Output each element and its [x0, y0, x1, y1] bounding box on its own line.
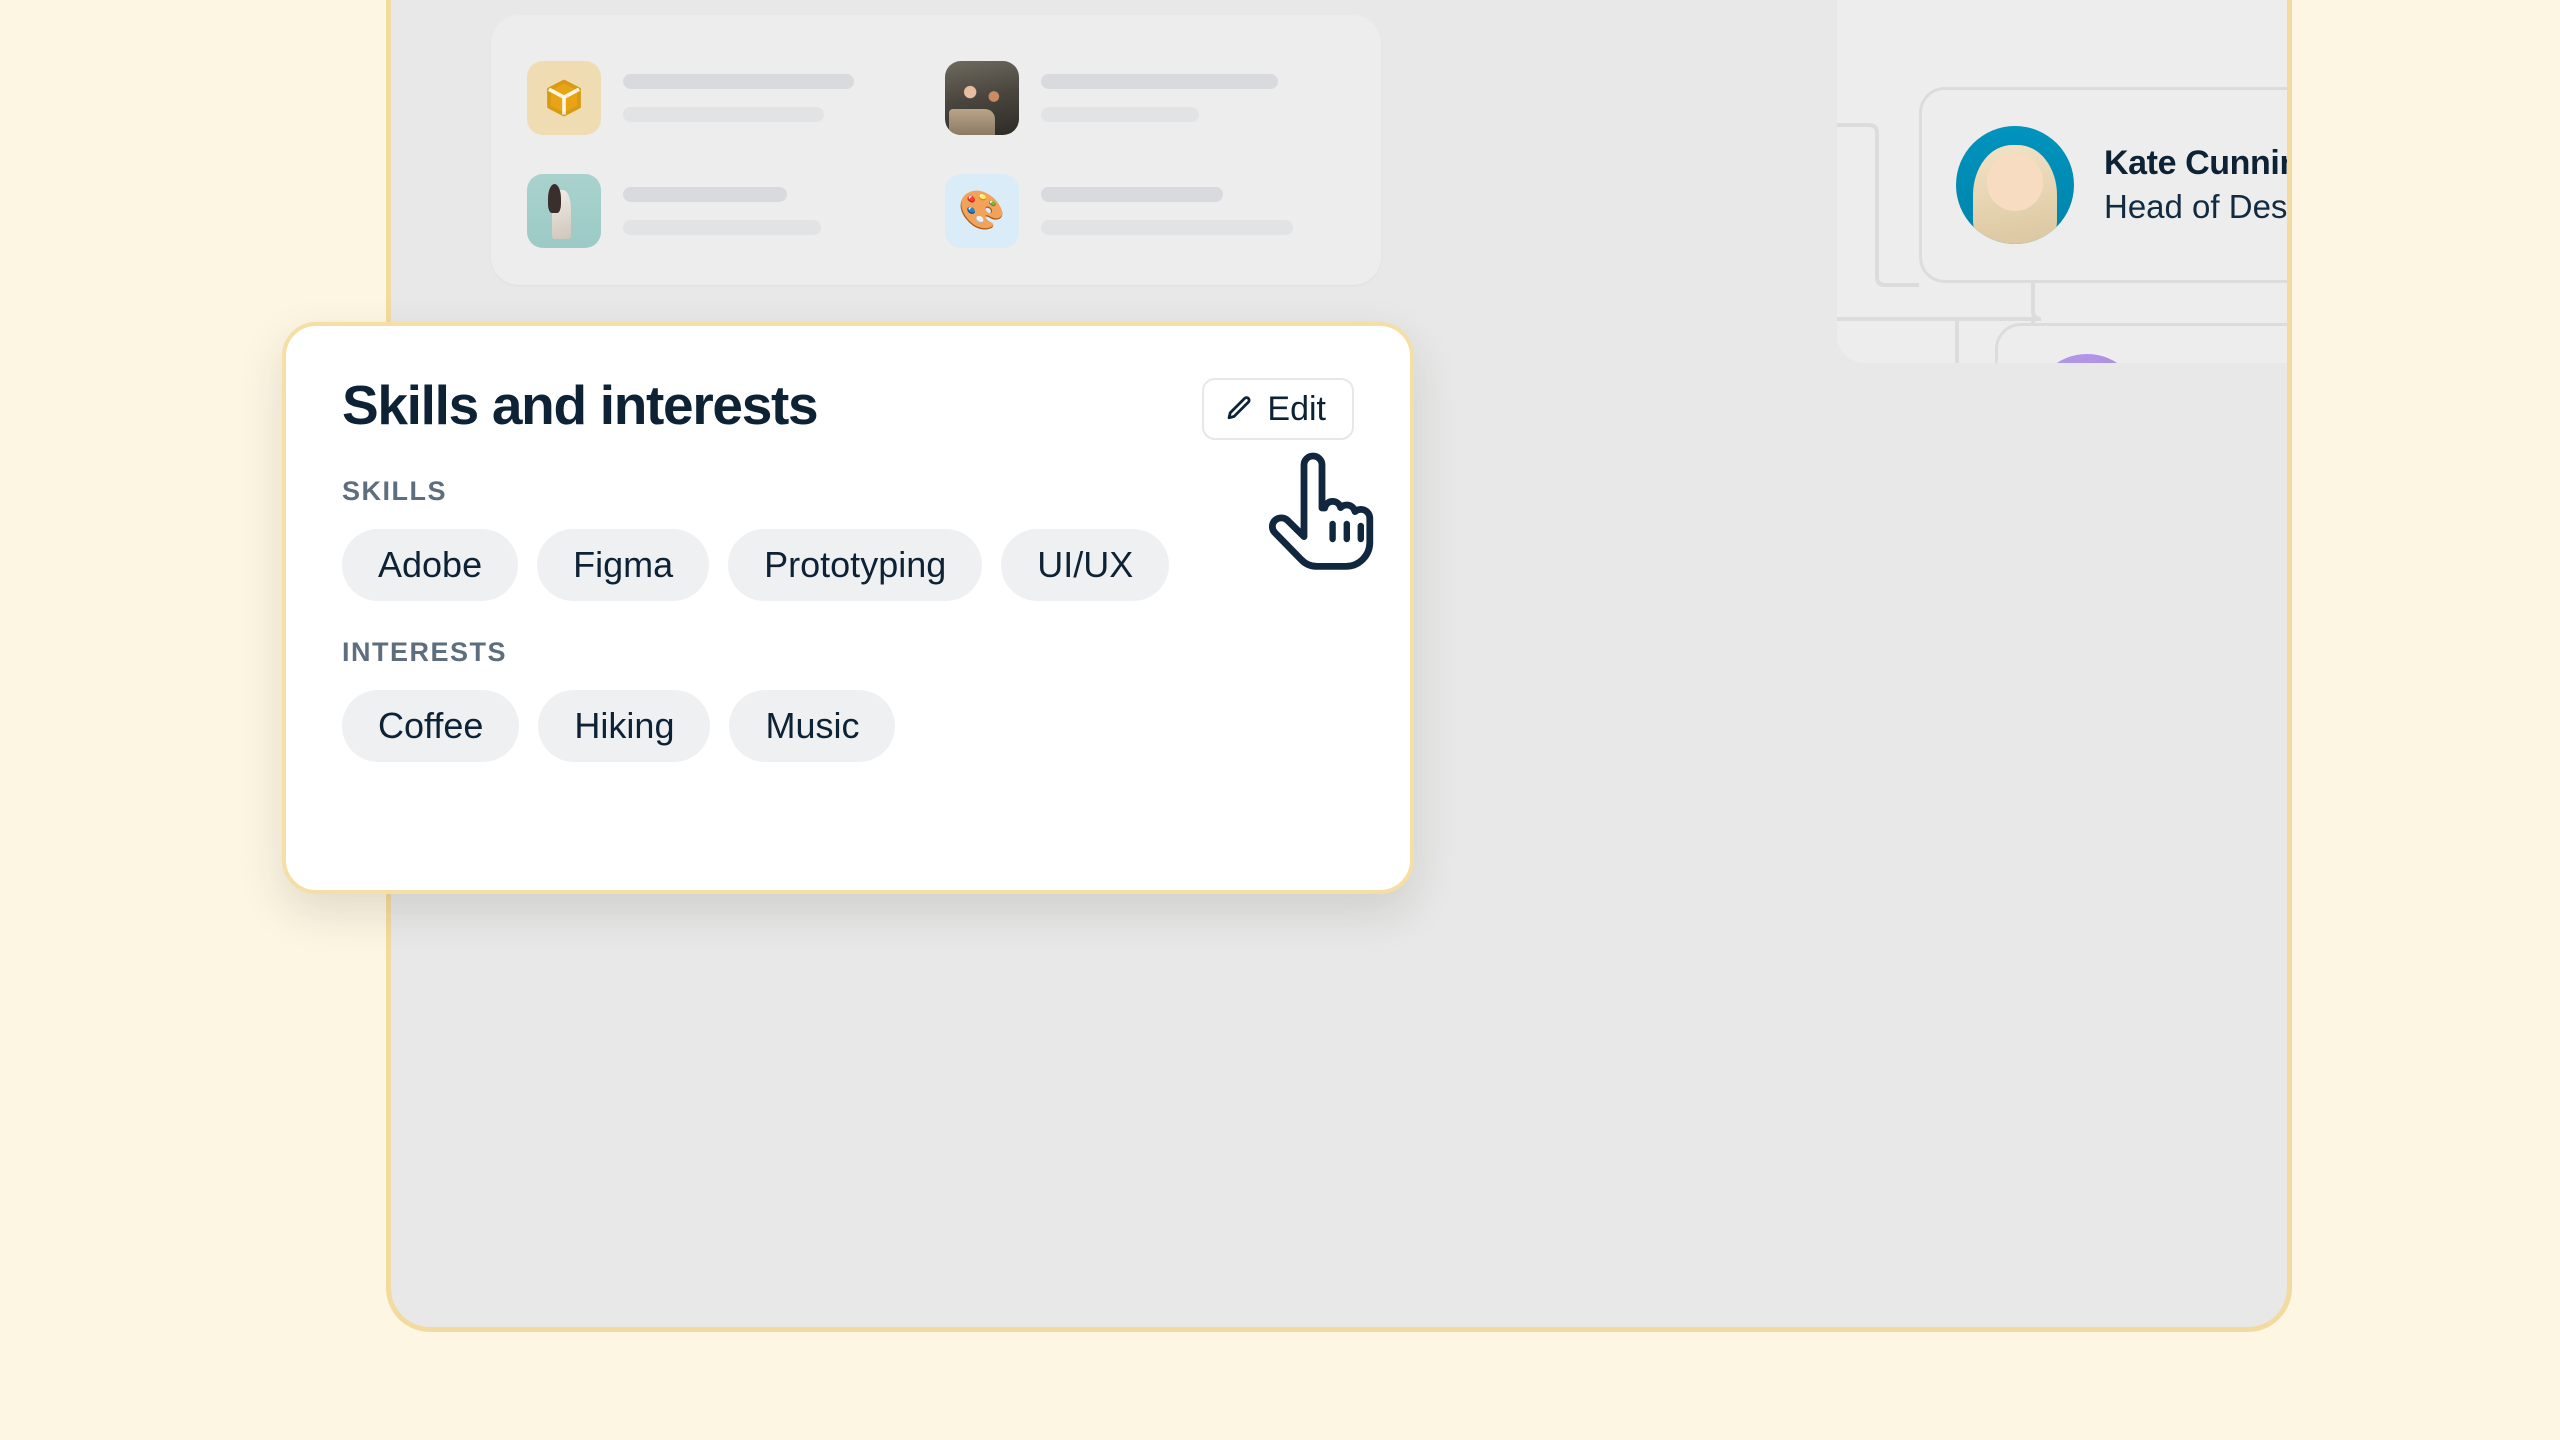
list-item[interactable]: [945, 53, 1345, 142]
org-card-root[interactable]: Kate Cunningham Head of Design: [1919, 87, 2288, 283]
skeleton-line: [1041, 219, 1294, 235]
couple-photo: [945, 60, 1019, 135]
skeleton-line: [1041, 186, 1224, 202]
list-item[interactable]: [527, 166, 927, 255]
org-card-text: Kate Cunningham Head of Design: [2104, 144, 2288, 225]
org-chart-panel: Kate Cunningham Head of Design Angie Loz…: [1837, 0, 2288, 363]
edit-button[interactable]: Edit: [1202, 378, 1354, 440]
art-palette-icon: 🎨: [945, 173, 1019, 248]
popover-header: Skills and interests Edit: [342, 378, 1354, 440]
interests-section-label: INTERESTS: [342, 637, 508, 668]
edit-button-label: Edit: [1267, 390, 1326, 428]
skeleton-line: [623, 219, 821, 235]
skeleton-line: [623, 186, 788, 202]
profile-list-card: 🎨: [491, 15, 1381, 285]
skills-and-interests-popover: Skills and interests Edit SKILLS Adobe Fi…: [282, 322, 1414, 894]
skills-section-label: SKILLS: [342, 476, 448, 506]
interest-pill[interactable]: Music: [729, 690, 896, 763]
list-item[interactable]: [527, 53, 927, 142]
skeleton-line: [1041, 73, 1279, 89]
skill-pill[interactable]: UI/UX: [1001, 529, 1170, 602]
kate-avatar: [1956, 126, 2074, 244]
list-item-skeleton: [1041, 73, 1345, 122]
list-item-skeleton: [1041, 186, 1345, 235]
org-chart-tree: Kate Cunningham Head of Design Angie Loz…: [1837, 0, 2288, 363]
skeleton-line: [623, 73, 855, 89]
list-item-skeleton: [623, 73, 927, 122]
interest-pill[interactable]: Hiking: [538, 690, 711, 763]
skeleton-line: [623, 106, 824, 122]
interests-pill-row: Coffee Hiking Music: [342, 690, 1354, 763]
org-member-role: Head of Design: [2104, 187, 2288, 225]
package-icon: [527, 60, 601, 135]
pencil-icon: [1224, 394, 1254, 424]
screen: 🎨 Achievements: [0, 0, 2560, 1440]
org-member-name: Kate Cunningham: [2104, 144, 2287, 183]
list-item[interactable]: 🎨: [945, 166, 1345, 255]
parent-and-baby-photo: [527, 173, 601, 248]
skill-pill[interactable]: Prototyping: [728, 529, 983, 602]
profile-list-grid: 🎨: [491, 15, 1381, 285]
angie-avatar: [2032, 354, 2142, 363]
page-title: Skills and interests: [342, 374, 819, 436]
list-item-skeleton: [623, 186, 927, 235]
skill-pill[interactable]: Figma: [537, 529, 710, 602]
org-card-angie-lozano[interactable]: Angie Lozano Sr. Product Designer: [1995, 323, 2287, 363]
skill-pill[interactable]: Adobe: [342, 529, 519, 602]
skills-pill-row: Adobe Figma Prototyping UI/UX: [342, 529, 1354, 602]
skeleton-line: [1041, 106, 1200, 122]
interest-pill[interactable]: Coffee: [342, 690, 520, 763]
